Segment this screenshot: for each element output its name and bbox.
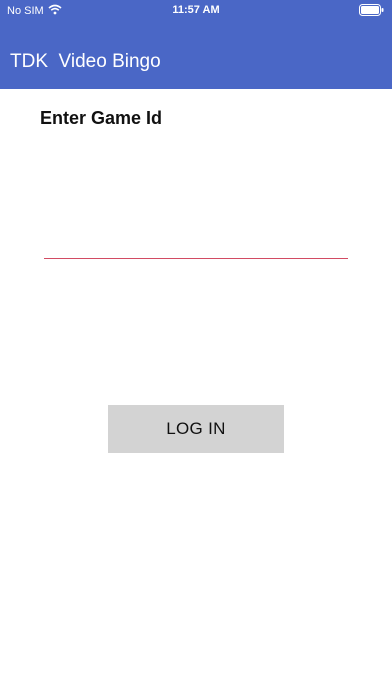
game-id-input[interactable]: [44, 230, 348, 259]
game-id-label: Enter Game Id: [40, 108, 163, 128]
status-bar: No SIM 11:57 AM: [0, 0, 392, 20]
status-right: [359, 4, 384, 19]
login-button[interactable]: LOG IN: [108, 405, 284, 453]
battery-icon: [359, 4, 384, 19]
status-time: 11:57 AM: [172, 4, 220, 16]
app-bar: TDK Video Bingo: [0, 20, 392, 89]
app-title: TDK Video Bingo: [10, 51, 161, 72]
